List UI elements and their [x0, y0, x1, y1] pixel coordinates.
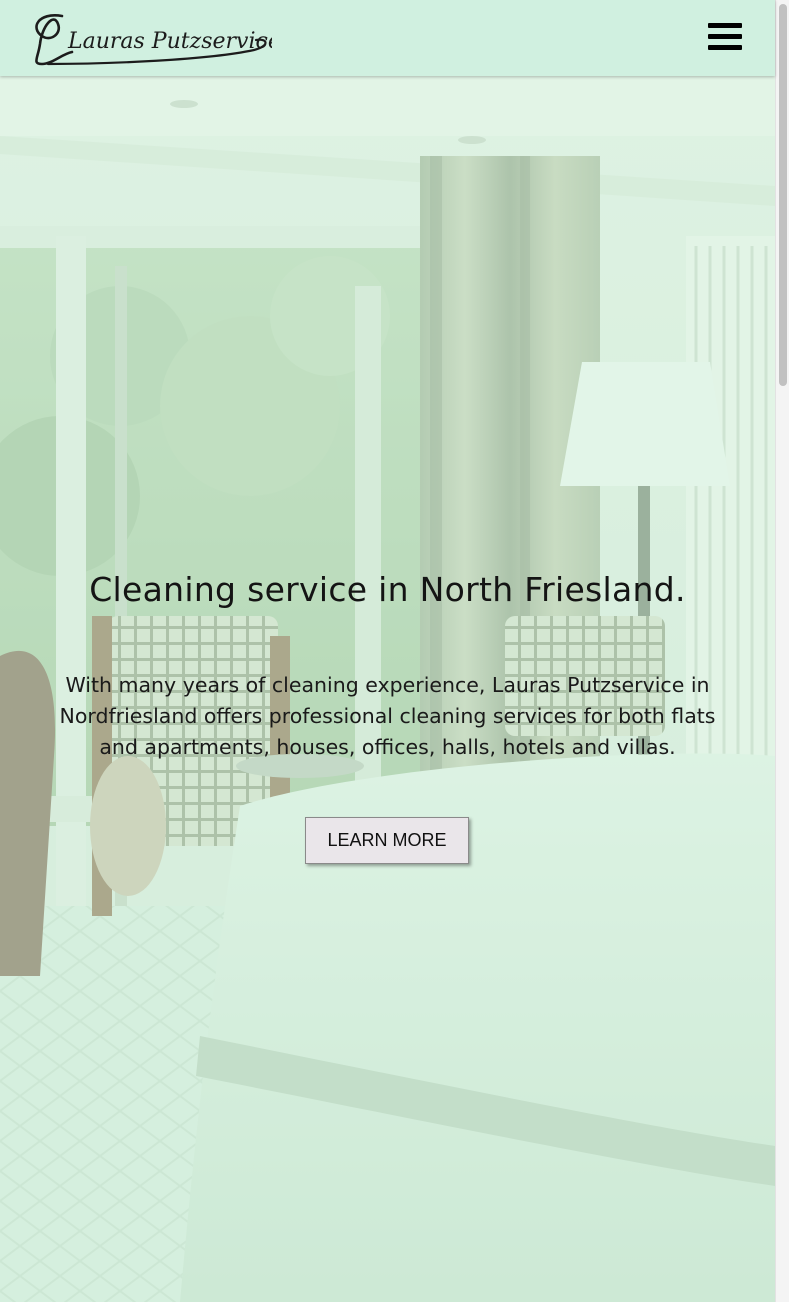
site-header: Lauras Putzservice: [0, 0, 775, 76]
hero-description: With many years of cleaning experience, …: [59, 673, 716, 759]
hero-content: Cleaning service in North Friesland. Wit…: [0, 76, 775, 1302]
hamburger-menu-icon[interactable]: [708, 22, 742, 52]
hero-section: Cleaning service in North Friesland. Wit…: [0, 76, 775, 1302]
learn-more-button[interactable]: LEARN MORE: [305, 817, 469, 864]
site-logo[interactable]: Lauras Putzservice: [28, 4, 272, 70]
logo-image: Lauras Putzservice: [35, 14, 272, 66]
menu-bar: [708, 34, 742, 39]
scrollbar-thumb[interactable]: [779, 4, 787, 386]
menu-bar: [708, 45, 742, 50]
logo-text: Lauras Putzservice: [67, 29, 272, 54]
page-scrollbar[interactable]: [775, 0, 789, 1302]
menu-bar: [708, 23, 742, 28]
hero-title: Cleaning service in North Friesland.: [89, 570, 686, 609]
